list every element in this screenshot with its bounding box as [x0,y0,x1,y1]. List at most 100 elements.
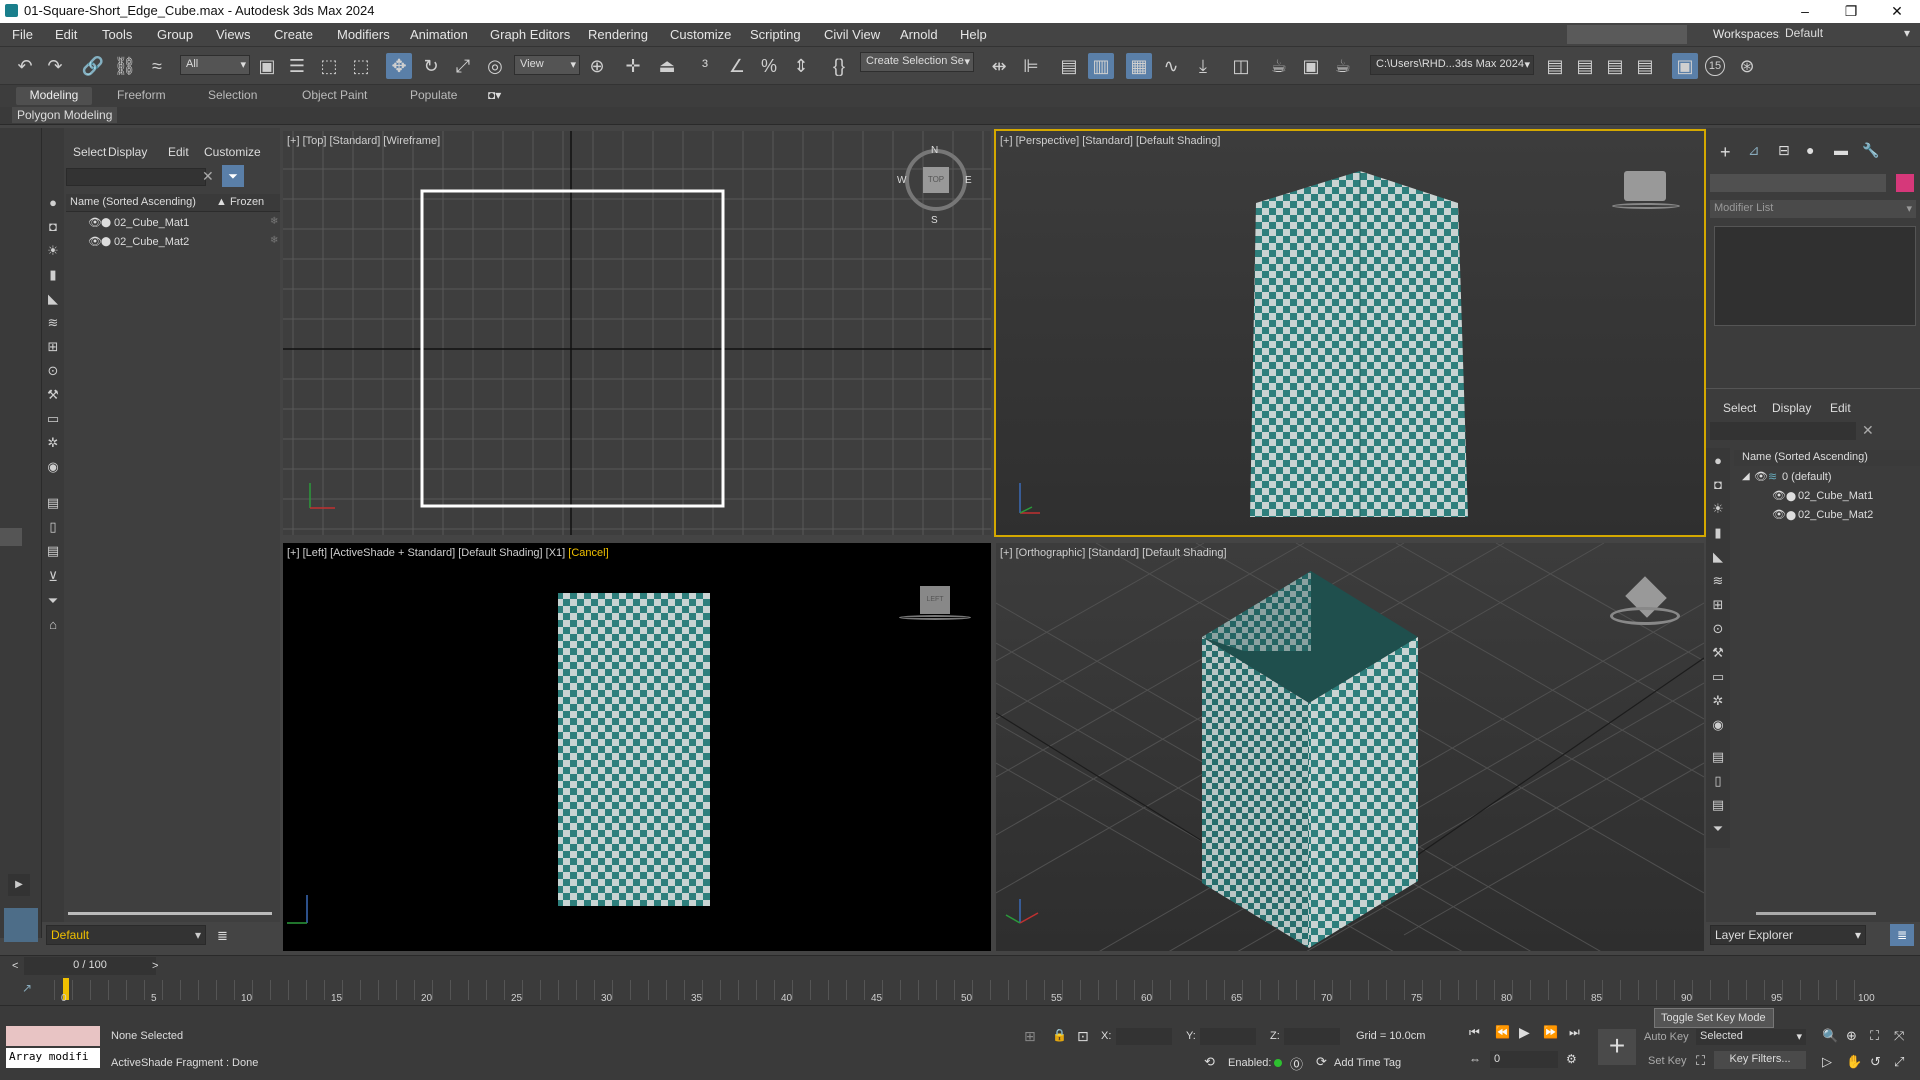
prev-frame-icon[interactable]: ⏪ [1495,1025,1510,1039]
render-production-icon[interactable]: ☕ [1330,53,1356,79]
viewcube[interactable] [1624,171,1666,201]
display-all-icon[interactable]: ◉ [44,458,62,476]
list-item[interactable]: 👁 ⬤ 02_Cube_Mat1 [1734,489,1920,505]
display-geometry-icon[interactable]: ◘ [44,218,62,236]
select-none-icon[interactable]: ▯ [1709,772,1727,790]
menu-arnold[interactable]: Arnold [900,27,938,42]
display-spacewarps-icon[interactable]: ≋ [1709,572,1727,590]
key-selection-dropdown[interactable]: Selected ▾ [1696,1029,1806,1045]
display-spacewarps-icon[interactable]: ≋ [44,314,62,332]
clear-search-icon[interactable]: ✕ [202,168,214,185]
col-name-header[interactable]: Name (Sorted Ascending) [70,196,196,208]
select-invert-icon[interactable]: ▤ [1709,796,1727,814]
menu-help[interactable]: Help [960,27,987,42]
menu-graph-editors[interactable]: Graph Editors [490,27,570,42]
display-containers-icon[interactable]: ▭ [1709,668,1727,686]
project-folder-icon[interactable]: ▤ [1542,53,1568,79]
display-groups-icon[interactable]: ⊞ [1709,596,1727,614]
undo-icon[interactable]: ↶ [12,53,38,79]
absolute-mode-icon[interactable]: ⊡ [1077,1028,1089,1045]
hierarchy-panel-icon[interactable]: ⊟ [1778,142,1790,159]
layers-icon[interactable]: ≣ [217,928,228,944]
reference-coord-dropdown[interactable]: View ▾ [514,55,580,75]
spinner-snap-icon[interactable]: ⇕ [788,53,814,79]
list-item[interactable]: 👁 ⬤ 02_Cube_Mat1 ❄ [66,215,280,233]
workspaces-dropdown[interactable]: Default ▾ [1780,24,1914,44]
user-account-box[interactable] [1567,25,1687,44]
set-key-button[interactable]: Set Key [1648,1055,1687,1067]
ribbon-toggle-icon[interactable]: ▦ [1126,53,1152,79]
scene-tab-display[interactable]: Display [108,145,147,159]
x-coordinate-field[interactable] [1116,1028,1172,1045]
time-next-arrow[interactable]: > [152,960,158,972]
filter-icon[interactable]: ⏷ [44,592,62,610]
project-path-dropdown[interactable]: C:\Users\RHD...3ds Max 2024 ▾ [1370,55,1534,75]
menu-group[interactable]: Group [157,27,193,42]
create-panel-icon[interactable]: + [1720,142,1731,163]
rect-selection-icon[interactable]: ⬚ [316,53,342,79]
display-cameras-icon[interactable]: ▮ [44,266,62,284]
redo-icon[interactable]: ↷ [42,53,68,79]
display-geometry-icon[interactable]: ◘ [1709,476,1727,494]
select-none-icon[interactable]: ▯ [44,518,62,536]
key-filters-button[interactable]: Key Filters... [1714,1051,1806,1069]
viewport-layouts-icon[interactable] [4,908,38,942]
render-setup-icon[interactable]: ☕ [1266,53,1292,79]
layer-explorer-icon[interactable]: ▥ [1088,53,1114,79]
ribbon-tab-modeling[interactable]: Modeling [16,87,92,105]
add-time-tag[interactable]: Add Time Tag [1334,1057,1401,1069]
bind-spacewarp-icon[interactable]: ≈ [144,53,170,79]
viewcube-ring[interactable] [1610,607,1680,625]
align-icon[interactable]: ⊫ [1018,53,1044,79]
display-none-icon[interactable]: ● [1709,452,1727,470]
zoom-icon[interactable]: 🔍 [1822,1028,1838,1044]
cube-perspective[interactable] [1250,171,1468,517]
maximize-viewport-icon[interactable]: ⤢ [1894,1054,1904,1070]
select-move-icon[interactable]: ✥ [386,53,412,79]
ribbon-tab-freeform[interactable]: Freeform [117,88,166,102]
select-by-name-icon[interactable]: ☰ [284,53,310,79]
rendered-frame-window-icon[interactable]: ▣ [1298,53,1324,79]
menu-tools[interactable]: Tools [102,27,132,42]
list-item[interactable]: 👁 ⬤ 02_Cube_Mat2 [1734,508,1920,524]
expand-triangle-icon[interactable]: ◢ [1742,471,1750,482]
display-panel-icon[interactable]: ▬ [1834,142,1848,158]
left-collapse-handle[interactable] [0,528,22,546]
menu-file[interactable]: File [12,27,33,42]
pan-icon[interactable]: ✋ [1846,1054,1862,1070]
modify-panel-icon[interactable]: ⊿ [1748,142,1760,159]
schematic-view-icon[interactable]: ⤓ [1190,53,1216,79]
time-tag-icon[interactable]: ⓪ [1290,1054,1303,1073]
select-place-icon[interactable]: ◎ [482,53,508,79]
menu-customize[interactable]: Customize [670,27,731,42]
curve-editor-mini-icon[interactable]: ↗ [22,981,32,995]
z-coordinate-field[interactable] [1284,1028,1340,1045]
modifier-stack[interactable] [1714,226,1916,326]
display-lights-icon[interactable]: ☀ [1709,500,1727,518]
visibility-eye-icon[interactable]: 👁 [1772,508,1786,521]
viewport-label-orthographic[interactable]: [+] [Orthographic] [Standard] [Default S… [1000,547,1227,559]
adaptive-degradation-icon[interactable]: ⟲ [1204,1054,1215,1070]
named-selection-dropdown[interactable]: Create Selection Se ▾ [860,52,974,72]
viewport-left[interactable]: [+] [Left] [ActiveShade + Standard] [Def… [283,543,991,951]
layer-tab-select[interactable]: Select [1723,401,1756,415]
isolate-selection-icon[interactable]: ⊞ [1024,1028,1036,1045]
time-prev-arrow[interactable]: < [12,960,18,972]
visibility-eye-icon[interactable]: 👁 [88,216,102,229]
object-color-swatch[interactable] [1896,174,1914,192]
scene-explorer-selector[interactable]: Default ▾ [46,925,206,945]
zoom-extents-icon[interactable]: ⛶ [1870,1028,1879,1044]
menu-rendering[interactable]: Rendering [588,27,648,42]
current-frame-input[interactable]: 0 [1490,1051,1558,1068]
display-none-icon[interactable]: ● [44,194,62,212]
display-xrefs-icon[interactable]: ⊙ [44,362,62,380]
viewcube-ring[interactable] [1612,203,1680,209]
select-object-icon[interactable]: ▣ [254,53,280,79]
viewport-label-perspective[interactable]: [+] [Perspective] [Standard] [Default Sh… [1000,135,1220,147]
manipulate-icon[interactable]: ✛ [620,53,646,79]
display-groups-icon[interactable]: ⊞ [44,338,62,356]
display-particles-icon[interactable]: ✲ [1709,692,1727,710]
layer-explorer-selector[interactable]: Layer Explorer ▾ [1710,925,1866,945]
maximize-button[interactable]: ❐ [1828,0,1874,23]
minimize-button[interactable]: – [1782,0,1828,23]
